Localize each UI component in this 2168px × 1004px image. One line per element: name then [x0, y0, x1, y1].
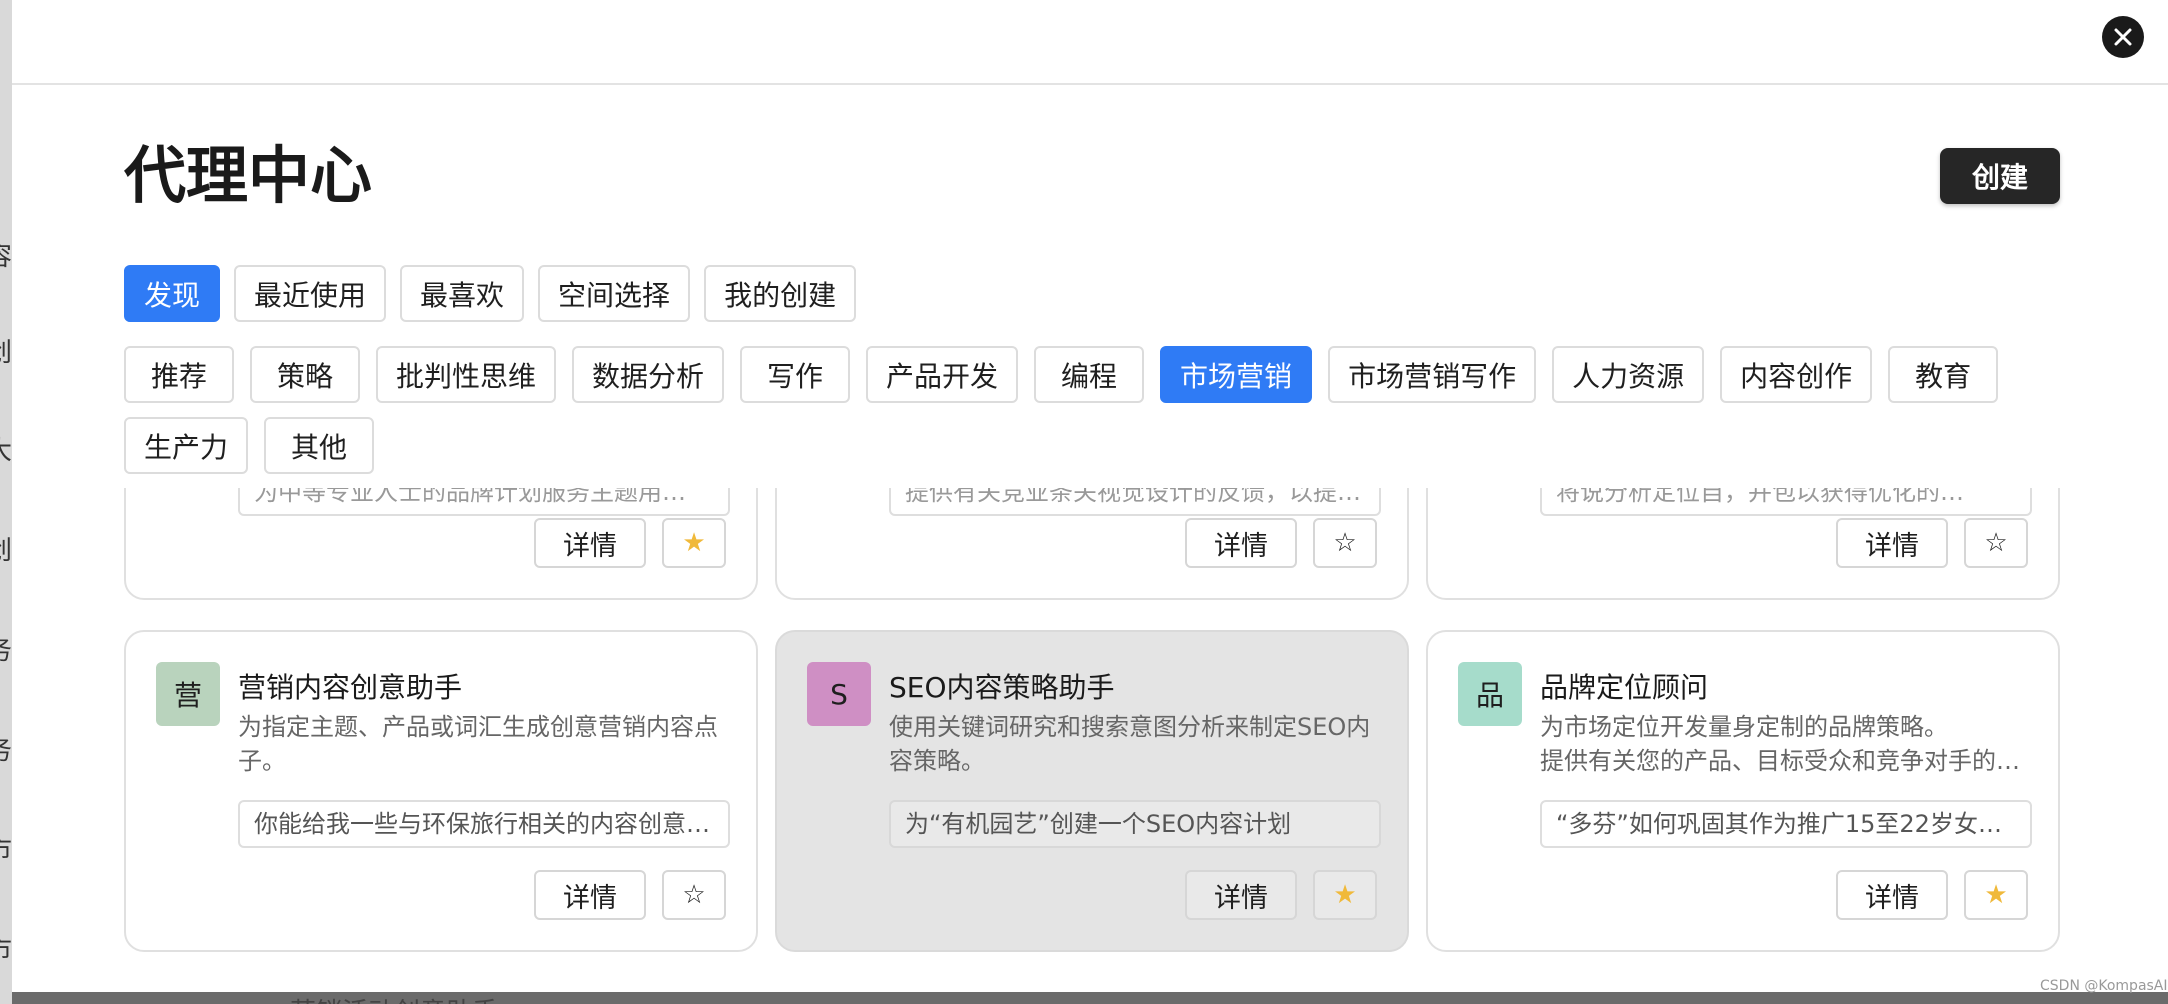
example-prompt[interactable]: “多芬”如何巩固其作为推广15至22岁女性自信的品牌的地位？	[1540, 800, 2032, 848]
tab-recent[interactable]: 最近使用	[234, 265, 387, 322]
create-button[interactable]: 创建	[1940, 148, 2060, 204]
description-line: 为指定主题、产品或词汇生成创意营销内容点	[238, 713, 718, 741]
main-tabs: 发现 最近使用 最喜欢 空间选择 我的创建	[124, 265, 857, 322]
favorite-button[interactable]: ★	[1964, 870, 2028, 920]
details-button[interactable]: 详情	[534, 870, 646, 920]
agent-title: 营销内容创意助手	[238, 671, 463, 704]
background-glyph: 市	[0, 830, 12, 867]
favorite-button[interactable]: ☆	[1964, 518, 2028, 568]
background-glyph: 创	[0, 332, 12, 369]
agent-card[interactable]: 营 营销内容创意助手 为指定主题、产品或词汇生成创意营销内容点 子。 你能给我一…	[124, 630, 758, 952]
page-title: 代理中心	[124, 139, 373, 212]
background-glyph: 务	[0, 630, 12, 667]
details-button[interactable]: 详情	[1836, 870, 1948, 920]
tab-space-select[interactable]: 空间选择	[538, 265, 691, 322]
agent-card[interactable]: 为中等专业人士的品牌计划服务主题用… 详情 ★	[124, 488, 758, 600]
background-glyph: 容	[0, 236, 12, 273]
example-prompt[interactable]: 将说分析定位自，并包以获得优化的…	[1540, 488, 2032, 516]
category-chip[interactable]: 内容创作	[1720, 346, 1873, 403]
category-chip[interactable]: 写作	[740, 346, 851, 403]
example-prompt[interactable]: 为中等专业人士的品牌计划服务主题用…	[238, 488, 730, 516]
category-chip[interactable]: 生产力	[124, 417, 249, 474]
agent-description: 为市场定位开发量身定制的品牌策略。 提供有关您的产品、目标受众和竞争对手的信息。	[1540, 710, 2035, 778]
agent-card[interactable]: 将说分析定位自，并包以获得优化的… 详情 ☆	[1426, 488, 2060, 600]
agent-card[interactable]: S SEO内容策略助手 使用关键词研究和搜索意图分析来制定SEO内 容策略。 为…	[775, 630, 1409, 952]
card-actions: 详情 ★	[534, 518, 726, 568]
example-prompt[interactable]: 提供有关竞业条关视觉设计的反馈，以提…	[889, 488, 1381, 516]
star-icon: ★	[1984, 880, 2008, 910]
card-actions: 详情 ☆	[1836, 518, 2028, 568]
close-icon	[2114, 28, 2132, 46]
category-chip[interactable]: 其他	[264, 417, 375, 474]
favorite-button[interactable]: ☆	[1313, 518, 1377, 568]
category-chip-marketing[interactable]: 市场营销	[1160, 346, 1313, 403]
agent-card[interactable]: 品 品牌定位顾问 为市场定位开发量身定制的品牌策略。 提供有关您的产品、目标受众…	[1426, 630, 2060, 952]
agent-avatar: S	[807, 662, 871, 726]
watermark: CSDN @KompasAI	[2040, 978, 2168, 994]
star-icon: ☆	[1984, 528, 2008, 558]
agent-center-modal: 代理中心 创建 发现 最近使用 最喜欢 空间选择 我的创建 推荐 策略 批判性思…	[12, 0, 2168, 992]
background-glyph: 务	[0, 730, 12, 767]
agent-avatar: 营	[156, 662, 220, 726]
card-actions: 详情 ☆	[1185, 518, 1377, 568]
category-chip[interactable]: 人力资源	[1552, 346, 1705, 403]
category-chip[interactable]: 产品开发	[866, 346, 1019, 403]
close-button[interactable]	[2102, 16, 2144, 58]
category-chip[interactable]: 推荐	[124, 346, 234, 403]
card-actions: 详情 ★	[1185, 870, 1377, 920]
agent-title: SEO内容策略助手	[889, 671, 1115, 704]
star-icon: ☆	[682, 880, 706, 910]
background-bottom-text: 营销活动创意助手	[290, 992, 498, 1004]
background-glyph: 市	[0, 930, 12, 967]
background-glyph: 大	[0, 430, 12, 467]
details-button[interactable]: 详情	[1836, 518, 1948, 568]
example-prompt[interactable]: 你能给我一些与环保旅行相关的内容创意吗？	[238, 800, 730, 848]
favorite-button[interactable]: ☆	[662, 870, 726, 920]
agent-description: 使用关键词研究和搜索意图分析来制定SEO内 容策略。	[889, 710, 1384, 778]
description-line: 容策略。	[889, 747, 985, 775]
description-line: 子。	[238, 747, 286, 775]
favorite-button[interactable]: ★	[662, 518, 726, 568]
category-chip[interactable]: 策略	[250, 346, 360, 403]
background-glyph: 创	[0, 530, 12, 567]
category-chip[interactable]: 市场营销写作	[1328, 346, 1537, 403]
description-line: 提供有关您的产品、目标受众和竞争对手的信息。	[1540, 747, 2035, 775]
description-line: 为市场定位开发量身定制的品牌策略。	[1540, 713, 1948, 741]
category-chip[interactable]: 教育	[1888, 346, 1999, 403]
tab-discover[interactable]: 发现	[124, 265, 221, 322]
card-actions: 详情 ★	[1836, 870, 2028, 920]
star-icon: ☆	[1333, 528, 1357, 558]
star-icon: ★	[682, 528, 706, 558]
card-actions: 详情 ☆	[534, 870, 726, 920]
agent-card[interactable]: 提供有关竞业条关视觉设计的反馈，以提… 详情 ☆	[775, 488, 1409, 600]
category-filters: 推荐 策略 批判性思维 数据分析 写作 产品开发 编程 市场营销 市场营销写作 …	[124, 346, 2074, 474]
category-chip[interactable]: 批判性思维	[376, 346, 557, 403]
description-line: 使用关键词研究和搜索意图分析来制定SEO内	[889, 713, 1371, 741]
agent-avatar: 品	[1458, 662, 1522, 726]
details-button[interactable]: 详情	[1185, 870, 1297, 920]
star-icon: ★	[1333, 880, 1357, 910]
category-chip[interactable]: 数据分析	[572, 346, 725, 403]
favorite-button[interactable]: ★	[1313, 870, 1377, 920]
category-chip[interactable]: 编程	[1034, 346, 1145, 403]
tab-my-created[interactable]: 我的创建	[704, 265, 857, 322]
details-button[interactable]: 详情	[534, 518, 646, 568]
background-page-strip: 容 创 大 创 务 务 市 市	[0, 0, 12, 1004]
details-button[interactable]: 详情	[1185, 518, 1297, 568]
modal-topbar	[12, 0, 2168, 85]
agent-description: 为指定主题、产品或词汇生成创意营销内容点 子。	[238, 710, 733, 778]
agent-title: 品牌定位顾问	[1540, 671, 1709, 704]
example-prompt[interactable]: 为“有机园艺”创建一个SEO内容计划	[889, 800, 1381, 848]
agent-card-grid: 为中等专业人士的品牌计划服务主题用… 详情 ★ 提供有关竞业条关视觉设计的反馈，…	[124, 488, 2074, 992]
tab-favorites[interactable]: 最喜欢	[400, 265, 525, 322]
